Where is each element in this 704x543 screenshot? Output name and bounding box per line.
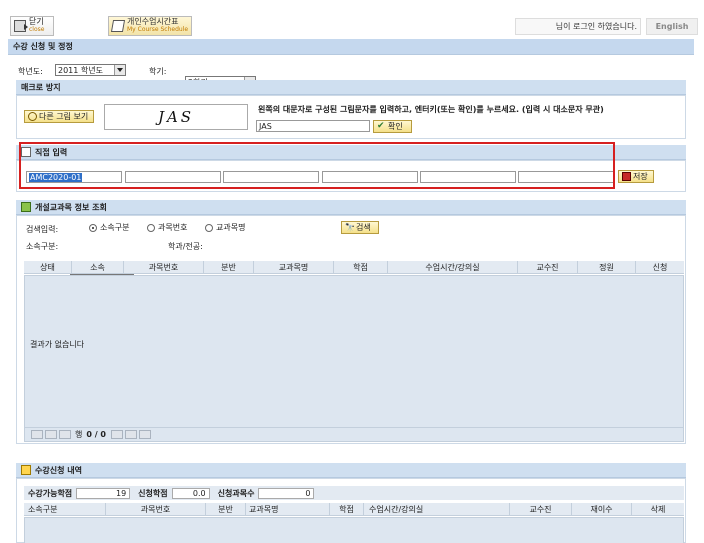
- available-credits-value: 19: [76, 487, 131, 499]
- hcol-course-name: 교과목명: [246, 503, 330, 515]
- search-section-title: 개설교과목 정보 조회: [35, 202, 107, 212]
- history-section-title: 수강신청 내역: [35, 465, 82, 475]
- check-icon: ✔: [377, 121, 385, 131]
- schedule-label-en: My Course Schedule: [127, 26, 189, 33]
- history-table-header: 소속구분 과목번호 분반 교과목명 학점 수업시간/강의실 교수진 재이수 삭제: [24, 503, 684, 516]
- col-capacity: 정원: [578, 261, 636, 273]
- hcol-section: 분반: [206, 503, 246, 515]
- pager-count: 0 / 0: [86, 430, 106, 439]
- applied-count-value: 0: [258, 487, 315, 499]
- macro-section-header: 매크로 방지: [16, 80, 686, 95]
- search-label: 검색: [356, 223, 371, 232]
- applied-credits-label: 신청학점: [138, 488, 168, 498]
- login-status: 님이 로그인 하였습니다.: [515, 18, 641, 35]
- save-button[interactable]: 저장: [618, 170, 654, 183]
- confirm-label: 확인: [388, 122, 403, 131]
- radio-course-number[interactable]: [147, 223, 155, 232]
- refresh-icon: [28, 112, 37, 121]
- col-dept: 소속: [72, 261, 124, 273]
- close-label: 닫기: [29, 17, 44, 26]
- hcol-credits: 학점: [330, 503, 364, 515]
- hcol-professor: 교수진: [510, 503, 572, 515]
- radio-dept-type[interactable]: [89, 223, 97, 232]
- binoculars-icon: 🔭: [345, 223, 355, 232]
- search-button[interactable]: 🔭 검색: [341, 221, 379, 234]
- col-status: 상태: [24, 261, 72, 273]
- col-section: 분반: [204, 261, 254, 273]
- radio-course-number-label: 과목번호: [158, 223, 188, 232]
- english-button[interactable]: English: [646, 18, 698, 35]
- radio-course-name-label: 교과목명: [216, 223, 246, 232]
- year-select[interactable]: 2011 학년도: [55, 64, 126, 76]
- search-section-header: 개설교과목 정보 조회: [16, 200, 686, 215]
- schedule-label: 개인수업시간표: [127, 17, 179, 26]
- hcol-dept-type: 소속구분: [24, 503, 106, 515]
- captcha-input[interactable]: JAS: [256, 120, 370, 132]
- exit-icon: [14, 20, 28, 32]
- hcol-retake: 재이수: [572, 503, 632, 515]
- my-course-schedule-button[interactable]: 개인수업시간표 My Course Schedule: [108, 16, 192, 36]
- macro-section-title: 매크로 방지: [21, 82, 61, 92]
- pager-row-label: 행: [75, 430, 83, 439]
- search-section-icon: [21, 202, 31, 212]
- semester-label: 학기:: [149, 67, 167, 76]
- col-course-number: 과목번호: [124, 261, 204, 273]
- first-page-icon[interactable]: [31, 430, 43, 439]
- next-group-icon[interactable]: [125, 430, 137, 439]
- col-course-name: 교과목명: [254, 261, 334, 273]
- radio-option-course-name[interactable]: 교과목명: [205, 222, 245, 233]
- applied-count-label: 신청과목수: [217, 488, 255, 498]
- no-results-text: 결과가 없습니다: [30, 340, 85, 349]
- col-professor: 교수진: [518, 261, 578, 273]
- year-label: 학년도:: [18, 67, 43, 76]
- credit-summary-bar: 수강가능학점 19 신청학점 0.0 신청과목수 0: [24, 486, 684, 500]
- history-table-body: [24, 517, 684, 543]
- captcha-instruction: 왼쪽의 대문자로 구성된 그림문자를 입력하고, 엔터키(또는 확인)를 누르세…: [258, 105, 604, 114]
- dept-label: 학과/전공:: [168, 242, 203, 251]
- radio-option-course-number[interactable]: 과목번호: [147, 222, 187, 233]
- search-input-label: 검색입력:: [26, 225, 59, 234]
- highlight-frame: [19, 142, 615, 189]
- col-time-room: 수업시간/강의실: [388, 261, 518, 273]
- available-credits-label: 수강가능학점: [28, 488, 73, 498]
- save-icon: [622, 172, 631, 181]
- col-credits: 학점: [334, 261, 388, 273]
- history-section-icon: [21, 465, 31, 475]
- page-title: 수강 신청 및 정정: [8, 39, 694, 55]
- hcol-course-number: 과목번호: [106, 503, 206, 515]
- prev-page-icon[interactable]: [59, 430, 71, 439]
- results-table-body: 결과가 없습니다: [24, 275, 684, 428]
- page-title-text: 수강 신청 및 정정: [13, 42, 73, 51]
- prev-group-icon[interactable]: [45, 430, 57, 439]
- hcol-time-room: 수업시간/강의실: [364, 503, 510, 515]
- schedule-icon: [110, 20, 126, 32]
- radio-option-dept-type[interactable]: 소속구분: [89, 222, 129, 233]
- other-image-button[interactable]: 다른 그림 보기: [24, 110, 94, 123]
- radio-dept-type-label: 소속구분: [100, 223, 130, 232]
- close-button[interactable]: 닫기 close: [10, 16, 54, 36]
- year-select-value: 2011 학년도: [58, 65, 103, 75]
- close-label-en: close: [29, 26, 45, 33]
- results-pager: 행 0 / 0: [24, 428, 684, 442]
- radio-course-name[interactable]: [205, 223, 213, 232]
- hcol-delete: 삭제: [650, 504, 666, 514]
- save-label: 저장: [633, 172, 648, 181]
- history-section-header: 수강신청 내역: [16, 463, 686, 478]
- col-apply: 신청: [652, 262, 668, 272]
- last-page-icon[interactable]: [139, 430, 151, 439]
- applied-credits-value: 0.0: [171, 487, 210, 499]
- dept-type-label: 소속구분:: [26, 242, 59, 251]
- chevron-down-icon: [114, 65, 125, 75]
- captcha-input-value: JAS: [259, 121, 272, 131]
- results-table-header: 상태 소속 과목번호 분반 교과목명 학점 수업시간/강의실 교수진 정원 신청: [24, 261, 684, 274]
- other-image-label: 다른 그림 보기: [39, 112, 89, 121]
- captcha-image: JAS: [104, 104, 248, 130]
- confirm-button[interactable]: ✔ 확인: [373, 120, 412, 133]
- next-page-icon[interactable]: [111, 430, 123, 439]
